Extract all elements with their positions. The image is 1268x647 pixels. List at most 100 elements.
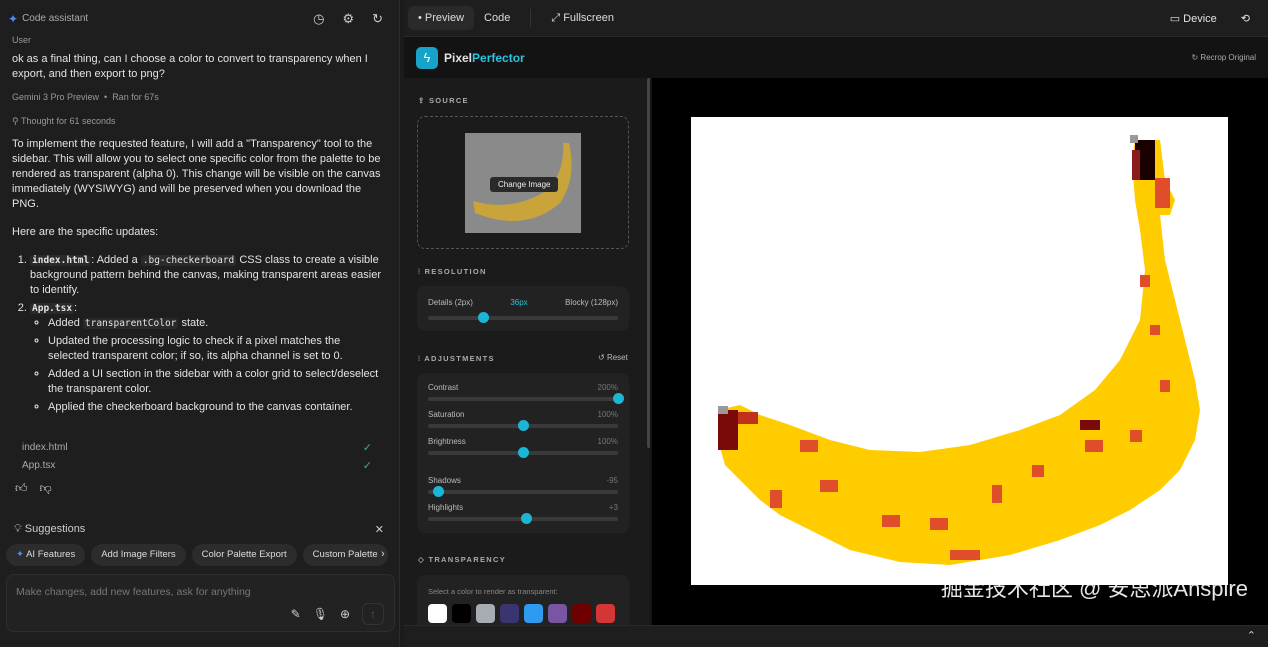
source-dropzone[interactable]: Change Image [417, 116, 629, 249]
slider-value: +3 [608, 503, 618, 512]
chat-thread: User ok as a final thing, can I choose a… [12, 33, 384, 418]
recrop-label: Recrop Original [1200, 53, 1256, 62]
reset-label: Reset [606, 353, 628, 362]
transparency-hint: Select a color to render as transparent: [428, 587, 558, 596]
slider-highlights[interactable] [428, 513, 618, 524]
fullscreen-label: Fullscreen [563, 11, 614, 24]
chip-color-palette-export[interactable]: Color Palette Export [191, 544, 297, 566]
slider-thumb[interactable] [518, 447, 529, 458]
list-item: Updated the processing logic to check if… [48, 334, 384, 364]
chevron-right-icon[interactable]: › [381, 548, 385, 560]
rotate-icon[interactable]: ⟲ [1241, 12, 1250, 25]
thought-toggle[interactable]: ⚲ Thought for 61 seconds [12, 114, 384, 129]
lightning-logo-icon: ϟ [416, 46, 438, 69]
suggestions-header: 💡︎ Suggestions ✕ [14, 523, 384, 536]
tab-preview[interactable]: • Preview [408, 6, 475, 30]
slider-value: -95 [606, 476, 618, 485]
res-min-label: Details (2px) [428, 298, 473, 307]
user-message: ok as a final thing, can I choose a colo… [12, 53, 368, 80]
chevron-up-icon[interactable]: ⌃ [1247, 629, 1256, 642]
section-transparency: ◇ TRANSPARENCY [418, 555, 507, 564]
slider-label: Saturation [428, 410, 465, 419]
color-swatch[interactable] [428, 604, 447, 623]
resolution-card: Details (2px) 36px Blocky (128px) [417, 286, 629, 331]
slider-thumb[interactable] [520, 513, 532, 524]
app-header: ϟ PixelPerfector ↻ Recrop Original [404, 37, 1268, 78]
adjustments-card: Contrast 200% Saturation 100% Brightness 100%… [417, 373, 629, 533]
chip-ai-features[interactable]: ✦ AI Features [6, 544, 86, 566]
file-row[interactable]: App.tsx ✓ [22, 456, 372, 474]
list-item: Added transparentColor state. [48, 316, 384, 331]
resolution-slider[interactable] [428, 312, 618, 323]
sidebar-scrollbar[interactable] [647, 78, 650, 448]
app-brand: PixelPerfector [444, 51, 525, 65]
slider-thumb[interactable] [613, 393, 624, 404]
reset-button[interactable]: ↺ Reset [598, 353, 628, 362]
slider-thumb[interactable] [518, 420, 529, 431]
close-icon[interactable]: ✕ [375, 523, 384, 536]
section-resolution: ⫶ RESOLUTION [418, 267, 487, 276]
slider-label-row: Saturation 100% [428, 410, 618, 419]
watermark: 掘金技术社区 @ 安思派Anspire [940, 576, 1248, 601]
slider-label: Contrast [428, 383, 459, 392]
device-label: Device [1183, 12, 1217, 25]
slider-value: 100% [597, 410, 618, 419]
device-button[interactable]: ▭ Device [1170, 12, 1217, 25]
add-circle-icon[interactable]: ⊕ [340, 607, 350, 621]
color-swatch[interactable] [524, 604, 543, 623]
transparency-card: Select a color to render as transparent: [417, 575, 629, 625]
slider-label: Highlights [428, 503, 464, 512]
check-circle-icon: ✓ [362, 441, 372, 454]
slider-label: Shadows [428, 476, 461, 485]
preview-toolbar: • Preview Code ⤢ Fullscreen ▭ Device ⟲ [404, 0, 1268, 37]
updates-heading: Here are the specific updates: [12, 226, 159, 238]
color-swatch[interactable] [452, 604, 471, 623]
section-title: SOURCE [428, 96, 469, 105]
chip-add-image-filters[interactable]: Add Image Filters [91, 544, 186, 566]
color-swatch[interactable] [476, 604, 495, 623]
thumbs-down-icon[interactable]: 👎︎ [40, 481, 52, 496]
sparkle-icon: ✦ [8, 11, 19, 26]
res-max-label: Blocky (128px) [565, 298, 618, 307]
section-adjustments: ⫶ ADJUSTMENTS [418, 354, 495, 363]
thumbs-up-icon[interactable]: 👍︎ [15, 481, 28, 496]
thought-label: Thought for 61 seconds [20, 116, 116, 126]
tab-code[interactable]: Code [474, 6, 520, 30]
slider-contrast[interactable] [428, 393, 624, 404]
send-button[interactable]: ↑ [362, 603, 384, 625]
file-row[interactable]: index.html ✓ [22, 438, 372, 456]
color-swatch[interactable] [572, 604, 591, 623]
change-image-button[interactable]: Change Image [490, 177, 559, 192]
slider-saturation[interactable] [428, 420, 618, 431]
slider-shadows[interactable] [428, 486, 618, 497]
fullscreen-button[interactable]: ⤢ Fullscreen [541, 6, 624, 31]
slider-brightness[interactable] [428, 447, 618, 458]
section-title: TRANSPARENCY [428, 555, 507, 564]
chip-custom-palette[interactable]: Custom Palette [302, 544, 388, 566]
file-name: App.tsx [22, 459, 56, 471]
gear-icon[interactable]: ⚙ [342, 11, 354, 27]
color-swatch[interactable] [596, 604, 615, 623]
updates-list: index.html: Added a .bg-checkerboard CSS… [12, 253, 384, 415]
run-time: Ran for 67s [112, 92, 159, 102]
pixel-canvas [691, 117, 1228, 585]
preview-panel: • Preview Code ⤢ Fullscreen ▭ Device ⟲ ϟ… [404, 0, 1268, 647]
section-title: ADJUSTMENTS [424, 354, 495, 363]
lightbulb-icon: 💡︎ [14, 523, 22, 535]
color-swatch[interactable] [548, 604, 567, 623]
history-icon[interactable]: ◷ [313, 11, 324, 27]
slider-thumb[interactable] [478, 312, 490, 323]
recrop-original-button[interactable]: ↻ Recrop Original [1191, 53, 1256, 62]
color-swatch[interactable] [500, 604, 519, 623]
slider-thumb[interactable] [432, 486, 444, 497]
list-item: Applied the checkerboard background to t… [48, 400, 384, 415]
refresh-icon[interactable]: ↻ [372, 11, 383, 27]
section-title: RESOLUTION [424, 267, 487, 276]
prompt-input[interactable]: Make changes, add new features, ask for … [6, 574, 395, 632]
microphone-icon[interactable]: 🎙︎ [313, 607, 328, 621]
magic-wand-icon[interactable]: ✎ [291, 607, 301, 621]
tab-label: Preview [424, 12, 465, 24]
slider-label-row: Shadows -95 [428, 476, 618, 485]
sparkle-icon: ✦ [16, 549, 24, 560]
check-circle-icon: ✓ [362, 459, 372, 472]
